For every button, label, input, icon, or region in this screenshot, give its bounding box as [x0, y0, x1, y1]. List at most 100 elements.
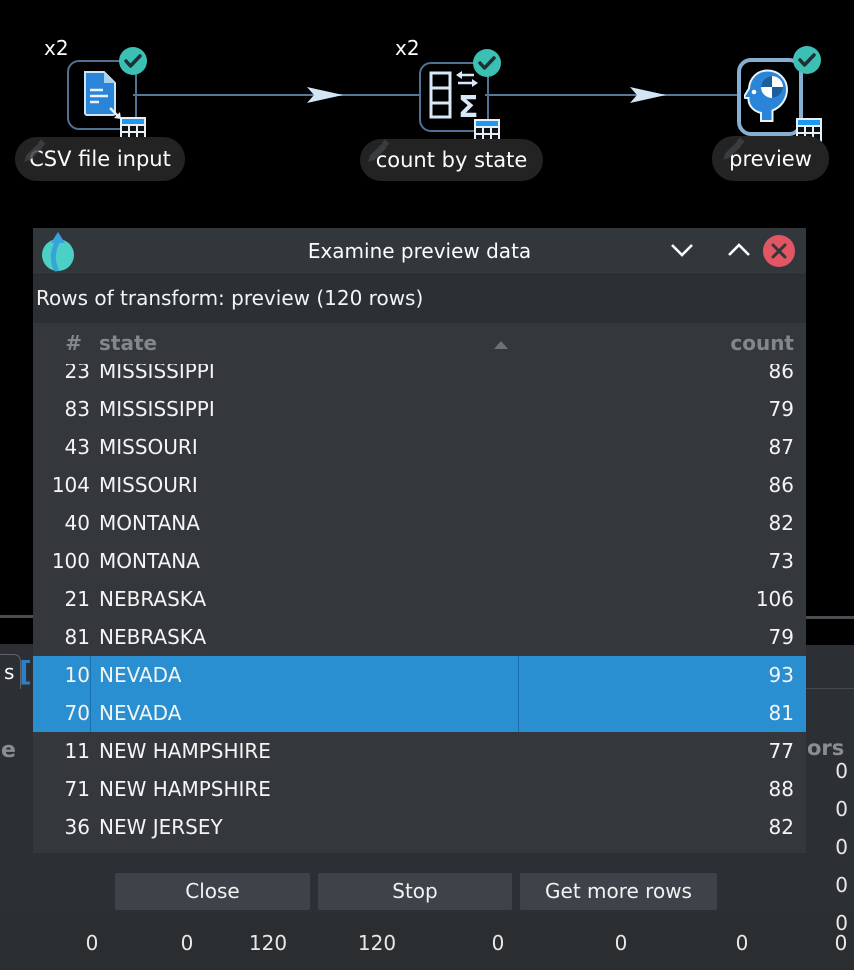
table-row[interactable]: 81NEBRASKA79 [33, 618, 806, 656]
state-cell: NEW JERSEY [99, 808, 223, 846]
count-cell: 82 [769, 504, 794, 542]
row-index-cell: 11 [33, 732, 90, 770]
edit-pencil-icon [21, 139, 47, 165]
column-header-state[interactable]: state [99, 323, 157, 364]
count-cell: 77 [769, 732, 794, 770]
state-cell: MISSISSIPPI [99, 364, 215, 390]
row-index-cell: 104 [33, 466, 90, 504]
maximize-chevron-up-icon[interactable] [726, 240, 752, 260]
state-cell: MONTANA [99, 504, 200, 542]
table-row[interactable]: 70NEVADA 81 [33, 694, 806, 732]
background-zero-value: 0 [806, 835, 848, 859]
tabbar-right-fragment [806, 621, 854, 645]
table-row[interactable]: 23 MISSISSIPPI 86 [33, 364, 806, 390]
metric-value: 0 [181, 931, 194, 955]
count-cell: 88 [769, 770, 794, 808]
count-cell: 87 [769, 428, 794, 466]
row-index-cell: 40 [33, 504, 90, 542]
hop-arrowhead-1 [307, 86, 343, 104]
row-index-cell: 70 [33, 694, 91, 732]
table-row[interactable]: 104MISSOURI 86 [33, 466, 806, 504]
background-zero-value: 0 [806, 759, 848, 783]
background-zero-value: 0 [806, 797, 848, 821]
splitter-line-left[interactable] [0, 615, 33, 618]
hop-arrowhead-2 [630, 86, 666, 104]
svg-text:Σ: Σ [458, 90, 479, 120]
row-index-cell: 100 [33, 542, 90, 580]
metric-value: 120 [249, 931, 287, 955]
stop-button[interactable]: Stop [318, 873, 512, 910]
group-by-sum-icon: Σ [428, 70, 480, 120]
table-row[interactable]: 43MISSOURI87 [33, 428, 806, 466]
node-label-preview[interactable]: preview [712, 136, 829, 181]
background-errors-header-fragment: ors [807, 736, 844, 760]
success-check-icon [473, 49, 501, 77]
state-cell: MONTANA [99, 542, 200, 580]
bottom-panel-center [0, 913, 854, 970]
state-cell: NEVADA [99, 656, 181, 694]
hop-line-1[interactable] [133, 94, 420, 96]
preview-table-header[interactable]: # state count [33, 323, 806, 364]
node-label-text: CSV file input [29, 147, 171, 171]
dialog-titlebar[interactable]: Examine preview data [33, 228, 806, 275]
column-header-index[interactable]: # [33, 323, 82, 364]
table-row[interactable]: 11NEW HAMPSHIRE 77 [33, 732, 806, 770]
background-tab[interactable]: s [0, 654, 21, 689]
metric-value: 0 [86, 931, 99, 955]
state-cell: MISSOURI [99, 428, 198, 466]
count-cell: 82 [769, 808, 794, 846]
app-window: s [ e ors 00000 001201200000 x2 CSV file… [0, 0, 854, 970]
state-cell: MISSOURI [99, 466, 198, 504]
table-row[interactable]: 10NEVADA93 [33, 656, 806, 694]
node-label-csv-file-input[interactable]: CSV file input [15, 137, 185, 181]
examine-preview-data-dialog: Examine preview data Rows of transform: … [33, 228, 806, 913]
table-row[interactable]: 40MONTANA 82 [33, 504, 806, 542]
table-row[interactable]: 21NEBRASKA 106 [33, 580, 806, 618]
edit-pencil-icon [720, 137, 746, 163]
node-copies-label: x2 [395, 36, 420, 60]
state-cell: NEBRASKA [99, 618, 206, 656]
count-cell: 81 [769, 694, 794, 732]
row-index-cell: 21 [33, 580, 90, 618]
count-cell: 106 [756, 580, 794, 618]
state-cell: NEBRASKA [99, 580, 206, 618]
table-row[interactable]: 100MONTANA73 [33, 542, 806, 580]
row-index-cell: 23 [33, 364, 90, 390]
success-check-icon [119, 47, 147, 75]
background-letter-fragment: e [1, 738, 16, 763]
preview-head-target-icon [744, 66, 790, 122]
node-label-count-by-state[interactable]: count by state [360, 139, 543, 181]
state-cell: MISSISSIPPI [99, 390, 215, 428]
state-cell: NEVADA [99, 694, 181, 732]
edit-pencil-icon [365, 139, 391, 165]
count-cell: 79 [769, 390, 794, 428]
table-row[interactable]: 83MISSISSIPPI 79 [33, 390, 806, 428]
metric-value: 0 [492, 931, 505, 955]
close-button[interactable]: Close [115, 873, 310, 910]
background-header-underline [806, 688, 854, 689]
hop-line-2[interactable] [485, 94, 737, 96]
count-cell: 86 [769, 466, 794, 504]
metric-value: 0 [736, 931, 749, 955]
minimize-chevron-down-icon[interactable] [669, 240, 695, 260]
tabbar-left-fragment [0, 620, 33, 644]
count-cell: 86 [769, 364, 794, 390]
table-row[interactable]: 71NEW HAMPSHIRE88 [33, 770, 806, 808]
state-cell: NEW HAMPSHIRE [99, 732, 271, 770]
column-header-count[interactable]: count [730, 323, 794, 364]
metric-value: 0 [615, 931, 628, 955]
close-dialog-icon[interactable] [763, 235, 795, 267]
table-row[interactable]: 36NEW JERSEY82 [33, 808, 806, 846]
row-index-cell: 81 [33, 618, 90, 656]
node-copies-label: x2 [44, 36, 69, 60]
get-more-rows-button[interactable]: Get more rows [520, 873, 717, 910]
background-bracket-fragment: [ [19, 655, 32, 688]
sort-ascending-icon [494, 341, 508, 349]
preview-table-body[interactable]: 23MISSISSIPPI8683MISSISSIPPI7943MISSOURI… [33, 364, 806, 853]
canvas-left-strip [0, 185, 33, 615]
canvas-right-strip [806, 185, 854, 616]
count-cell: 93 [769, 656, 794, 694]
row-index-cell: 83 [33, 390, 90, 428]
splitter-line-right[interactable] [806, 616, 854, 619]
success-check-icon [793, 46, 821, 74]
